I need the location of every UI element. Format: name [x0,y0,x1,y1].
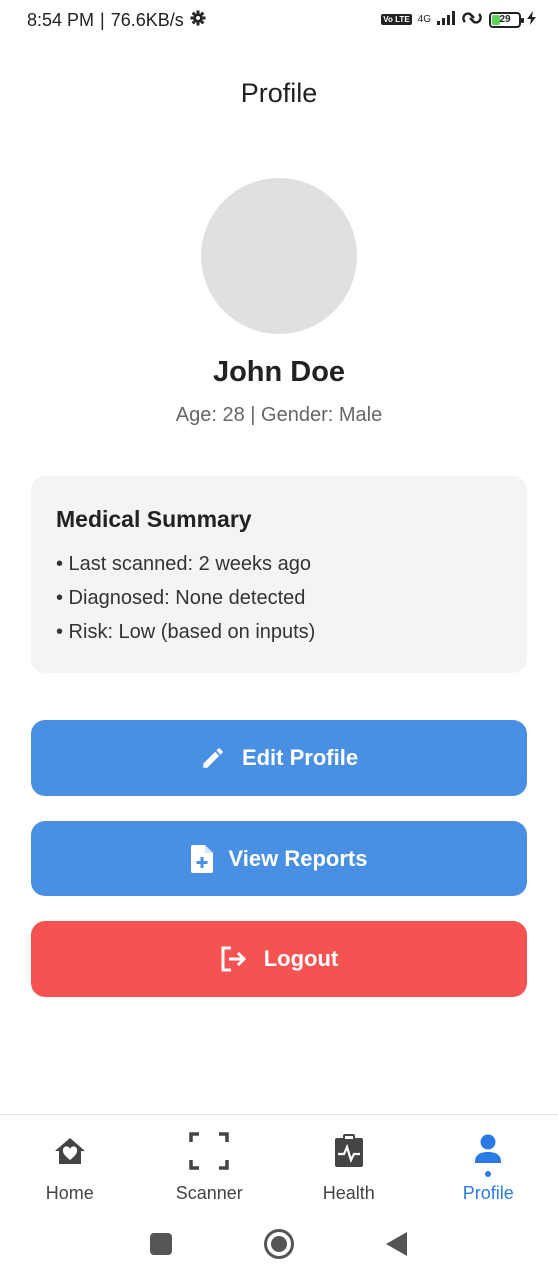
logout-button[interactable]: Logout [31,921,527,997]
battery-icon: 29 [489,11,524,28]
summary-item-risk: • Risk: Low (based on inputs) [56,621,316,643]
logout-label: Logout [263,946,339,971]
nav-label-scanner: Scanner [175,1183,243,1203]
file-medical-icon [190,844,213,873]
status-divider: | [100,10,105,30]
summary-item-last-scanned: • Last scanned: 2 weeks ago [56,553,311,575]
nav-item-home[interactable]: Home [0,1115,140,1210]
bottom-nav: Home Scanner Health Profile [0,1114,558,1210]
charging-icon [527,11,536,28]
status-left: 8:54 PM | 76.6KB/s [27,10,206,31]
sync-icon [461,10,483,29]
status-time: 8:54 PM [27,10,95,30]
user-meta: Age: 28 | Gender: Male [175,404,383,426]
pencil-icon [200,745,226,771]
page-title: Profile [240,78,318,108]
summary-title: Medical Summary [56,506,252,532]
person-icon [473,1131,503,1171]
signal-icon [437,11,455,28]
recents-button[interactable] [149,1232,173,1261]
gear-icon [190,10,206,31]
user-name: John Doe [212,356,346,388]
edit-profile-button[interactable]: Edit Profile [31,720,527,796]
back-button[interactable] [385,1231,409,1262]
network-type: 4G [417,13,431,25]
nav-item-scanner[interactable]: Scanner [140,1115,280,1210]
medical-summary-card: Medical Summary • Last scanned: 2 weeks … [31,476,527,673]
nav-label-home: Home [45,1183,94,1203]
volte-badge: Vo LTE [381,14,412,25]
logout-icon [220,946,248,972]
edit-profile-label: Edit Profile [241,745,359,770]
home-button[interactable] [263,1228,295,1265]
nav-item-profile[interactable]: Profile [419,1115,558,1210]
active-indicator-dot [485,1171,492,1177]
home-heart-icon [54,1131,86,1171]
summary-item-diagnosed: • Diagnosed: None detected [56,587,306,609]
system-nav [0,1212,558,1280]
scan-frame-icon [189,1131,229,1171]
status-bar: 8:54 PM | 76.6KB/s Vo LTE 4G 29 [0,0,558,44]
view-reports-button[interactable]: View Reports [31,821,527,896]
view-reports-label: View Reports [228,845,368,871]
nav-item-health[interactable]: Health [279,1115,419,1210]
clipboard-pulse-icon [334,1131,364,1171]
nav-label-profile: Profile [462,1183,514,1203]
battery-level: 29 [499,14,511,25]
status-speed: 76.6KB/s [110,10,184,30]
nav-label-health: Health [322,1183,375,1203]
status-right: Vo LTE 4G 29 [381,10,536,29]
avatar[interactable] [201,178,357,334]
